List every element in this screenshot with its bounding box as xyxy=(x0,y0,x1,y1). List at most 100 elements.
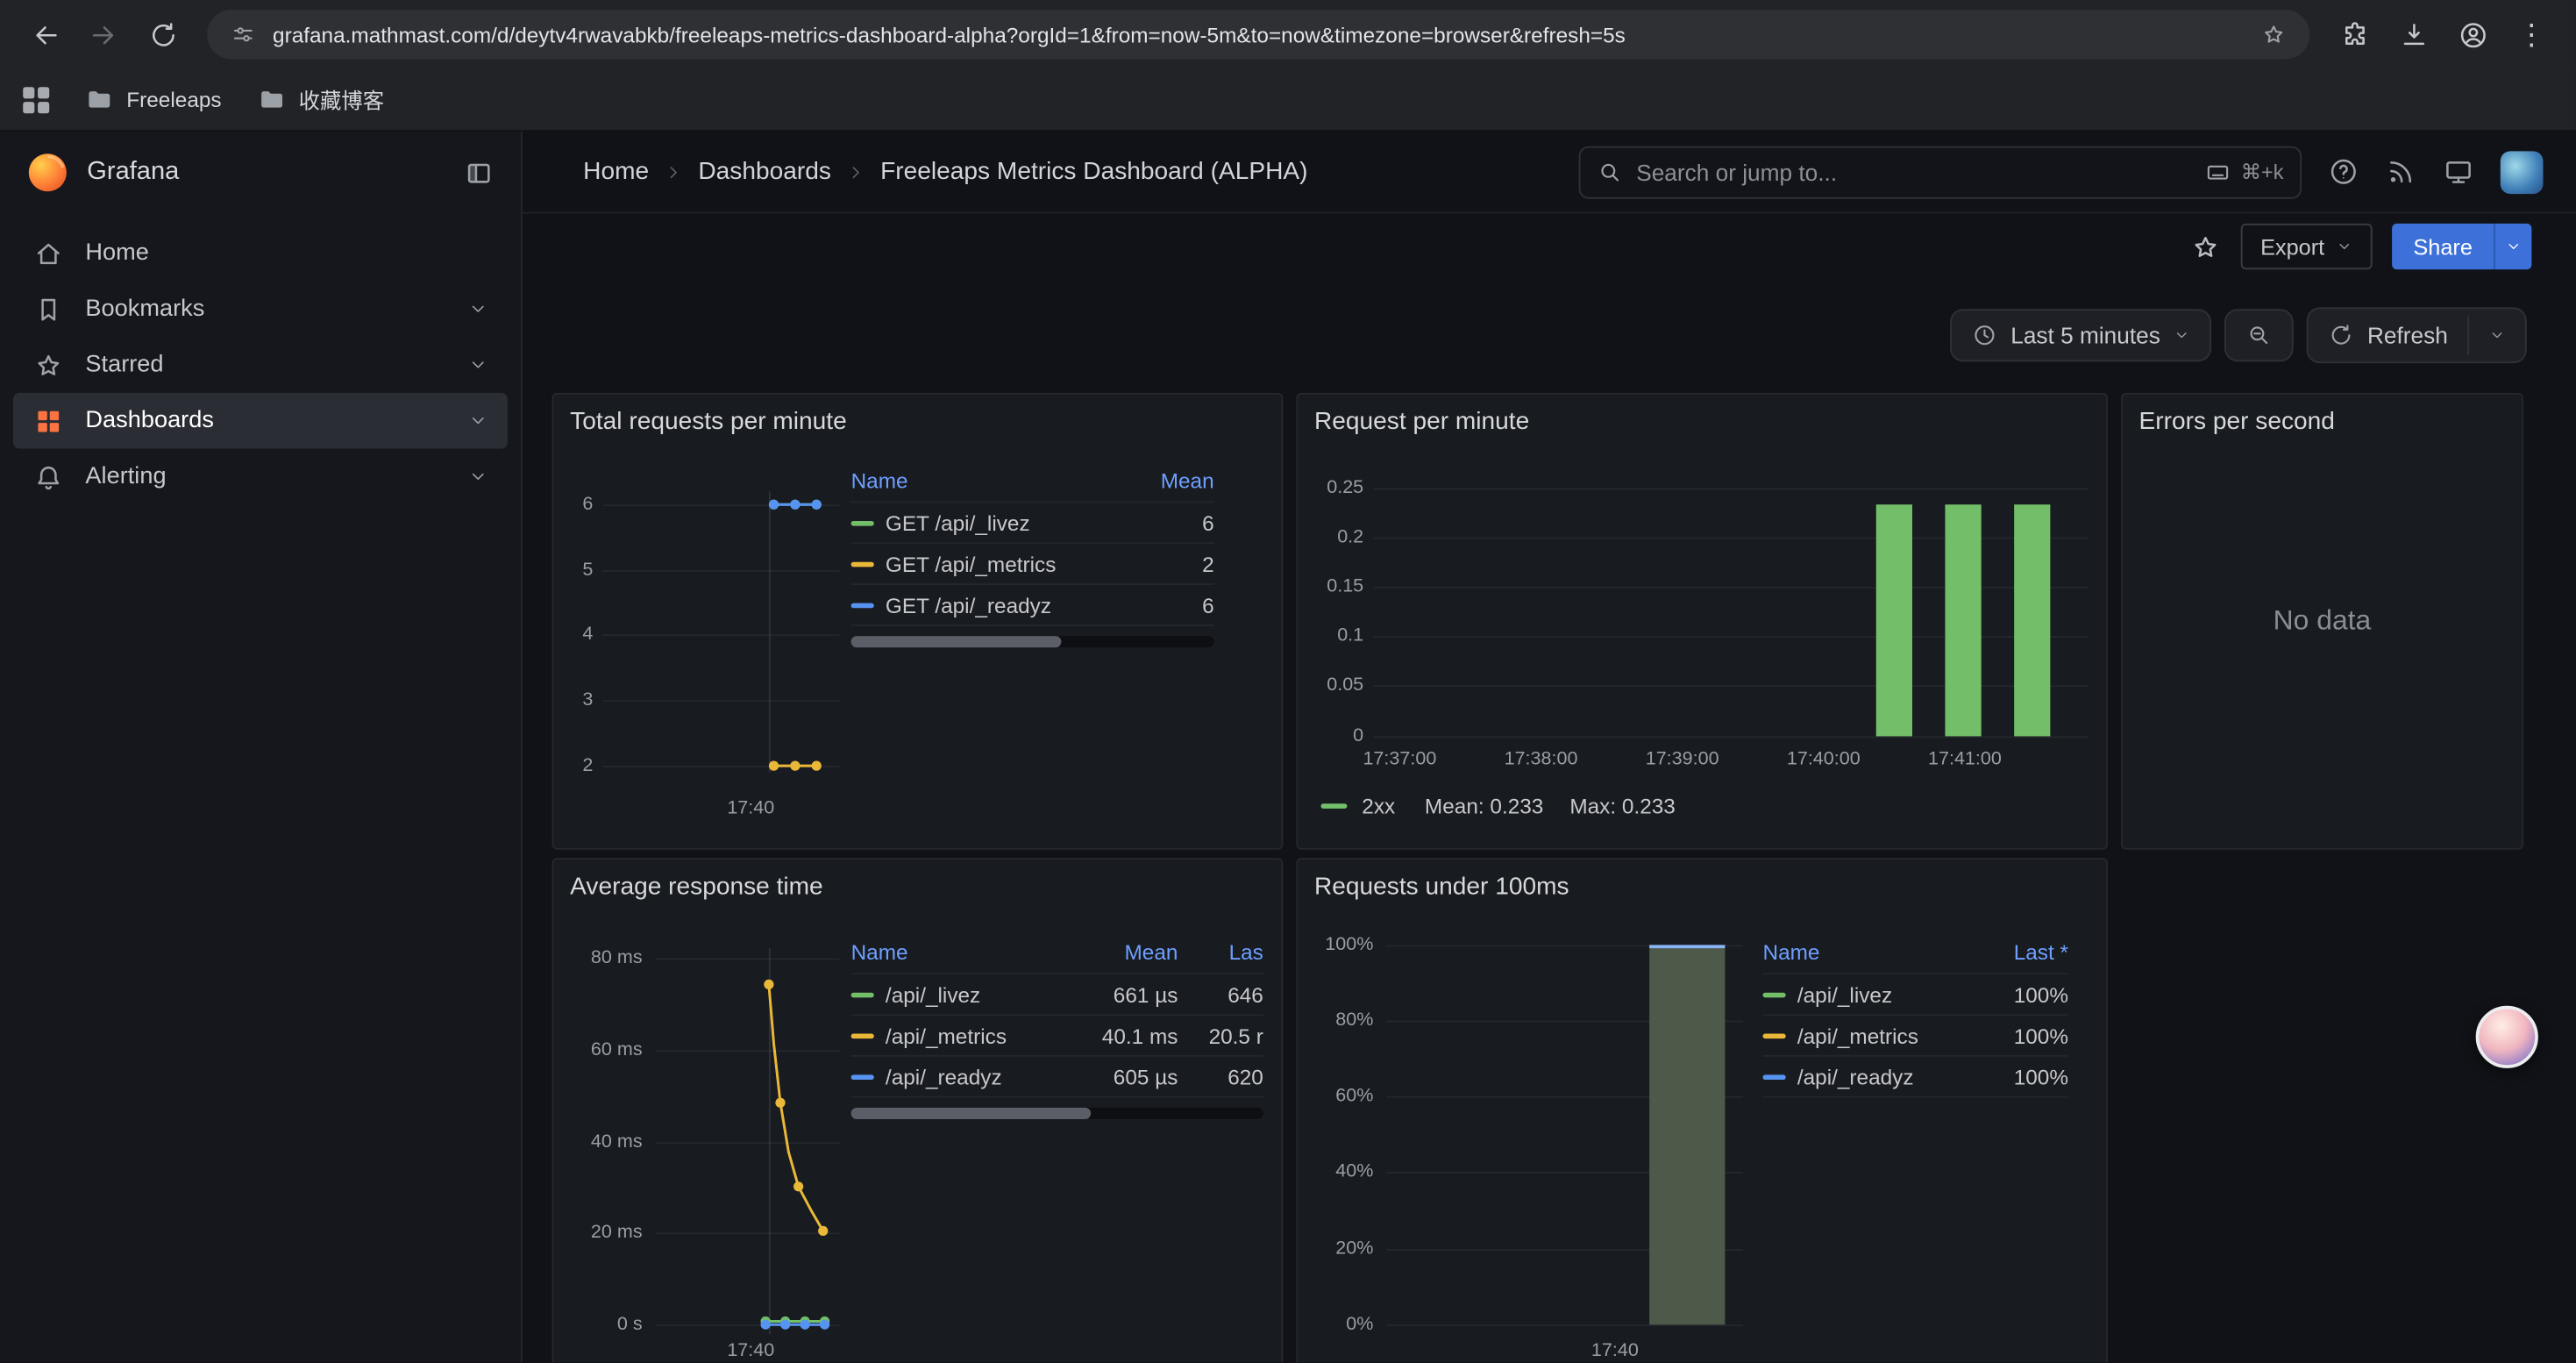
sidebar-item-dashboards[interactable]: Dashboards xyxy=(13,393,508,449)
brand-title[interactable]: Grafana xyxy=(87,158,179,188)
y-axis-label: 80% xyxy=(1298,1008,1373,1034)
site-info-icon[interactable] xyxy=(230,21,256,47)
legend-row[interactable]: /api/_metrics100% xyxy=(1762,1016,2068,1057)
panel-average-response-time: Average response time 80 ms60 ms40 ms20 … xyxy=(552,858,1284,1362)
legend-row[interactable]: /api/_metrics40.1 ms20.5 r xyxy=(851,1016,1263,1057)
breadcrumb-home[interactable]: Home xyxy=(583,158,649,186)
search-input[interactable] xyxy=(1636,159,2191,185)
bookmarks-bar: Freeleaps 收藏博客 xyxy=(0,69,2576,132)
zoom-out-button[interactable] xyxy=(2224,309,2294,361)
series-name[interactable]: /api/_livez xyxy=(886,982,980,1007)
extensions-icon[interactable] xyxy=(2326,6,2382,62)
chevron-down-icon[interactable] xyxy=(468,355,487,375)
sidebar-item-home[interactable]: Home xyxy=(13,225,508,282)
panel-request-per-minute: Request per minute 0.250.20.150.10.05017… xyxy=(1296,393,2108,850)
reload-icon xyxy=(147,19,179,51)
legend-scrollbar[interactable] xyxy=(851,636,1214,647)
legend-column-header[interactable]: Mean xyxy=(1135,468,1214,493)
dashboard-header: Home Dashboards Freeleaps Metrics Dashbo… xyxy=(523,132,2576,214)
series-name[interactable]: GET /api/_metrics xyxy=(886,552,1056,576)
legend-column-header[interactable]: Name xyxy=(851,468,1135,493)
bookmark-folder-freeleaps[interactable]: Freeleaps xyxy=(85,85,221,113)
series-name[interactable]: /api/_readyz xyxy=(886,1064,1002,1088)
chevron-down-icon[interactable] xyxy=(468,410,487,430)
panel-legend: NameMeanGET /api/_livez6GET /api/_metric… xyxy=(851,460,1267,648)
profile-icon[interactable] xyxy=(2444,6,2501,62)
export-button[interactable]: Export xyxy=(2241,224,2373,269)
screen: ⋮ Freeleaps 收藏博客 Grafana xyxy=(0,0,2576,1363)
series-color-icon xyxy=(1762,992,1785,997)
legend-column-header[interactable]: Mean xyxy=(1076,940,1178,965)
legend-column-header[interactable]: Last * xyxy=(1970,940,2068,965)
legend-row[interactable]: GET /api/_readyz6 xyxy=(851,585,1214,626)
reload-button[interactable] xyxy=(135,6,191,62)
y-axis-label: 0% xyxy=(1298,1311,1373,1338)
bookmark-folder-blog[interactable]: 收藏博客 xyxy=(258,84,384,116)
share-button[interactable]: Share xyxy=(2392,224,2494,269)
sidebar-item-bookmarks[interactable]: Bookmarks xyxy=(13,281,508,337)
display-icon[interactable] xyxy=(2443,156,2474,188)
rss-icon[interactable] xyxy=(2386,156,2417,188)
share-button-group: Share xyxy=(2392,224,2531,269)
legend-row[interactable]: GET /api/_livez6 xyxy=(851,503,1214,544)
floating-assistant-avatar[interactable] xyxy=(2476,1006,2538,1068)
x-axis-label: 17:40 xyxy=(1541,1341,1690,1360)
series-name[interactable]: 2xx xyxy=(1362,794,1395,818)
series-name[interactable]: /api/_metrics xyxy=(886,1023,1007,1047)
browser-menu-button[interactable]: ⋮ xyxy=(2504,6,2560,62)
forward-button[interactable] xyxy=(75,6,132,62)
legend-scrollbar[interactable] xyxy=(851,1108,1263,1119)
back-button[interactable] xyxy=(17,6,73,62)
bookmark-label: Freeleaps xyxy=(126,87,221,111)
breadcrumb-current[interactable]: Freeleaps Metrics Dashboard (ALPHA) xyxy=(880,158,1307,186)
user-avatar[interactable] xyxy=(2501,150,2544,193)
share-dropdown-button[interactable] xyxy=(2494,224,2531,269)
legend-column-header[interactable]: Name xyxy=(851,940,1077,965)
scrollbar-thumb[interactable] xyxy=(851,636,1062,647)
legend-header-row: NameMeanLas xyxy=(851,931,1263,974)
refresh-button[interactable]: Refresh xyxy=(2308,309,2467,361)
sidebar-item-starred[interactable]: Starred xyxy=(13,337,508,393)
downloads-icon[interactable] xyxy=(2386,6,2442,62)
url-bar[interactable] xyxy=(207,10,2309,59)
panel-total-requests: Total requests per minute 6543217:40 Nam… xyxy=(552,393,1284,850)
sidebar-collapse-button[interactable] xyxy=(463,157,495,189)
refresh-interval-dropdown[interactable] xyxy=(2469,309,2525,361)
sidebar-item-label: Home xyxy=(85,240,148,267)
time-range-picker[interactable]: Last 5 minutes xyxy=(1950,309,2211,361)
series-name[interactable]: /api/_metrics xyxy=(1797,1023,1918,1047)
legend-row[interactable]: /api/_readyz605 µs620 xyxy=(851,1057,1263,1098)
apps-grid-icon[interactable] xyxy=(23,86,49,112)
panel-grid: Total requests per minute 6543217:40 Nam… xyxy=(523,371,2576,1362)
breadcrumb: Home Dashboards Freeleaps Metrics Dashbo… xyxy=(583,158,1307,186)
sidebar-item-alerting[interactable]: Alerting xyxy=(13,449,508,505)
url-text[interactable] xyxy=(273,22,2244,46)
chevron-down-icon[interactable] xyxy=(468,299,487,318)
chevron-down-icon xyxy=(2174,327,2190,344)
help-icon[interactable] xyxy=(2328,156,2359,188)
series-name[interactable]: GET /api/_readyz xyxy=(886,592,1051,617)
search-box[interactable]: ⌘+k xyxy=(1579,146,2302,198)
keyboard-icon xyxy=(2204,159,2231,185)
breadcrumb-dashboards[interactable]: Dashboards xyxy=(698,158,831,186)
bar-2xx xyxy=(1876,505,1912,737)
browser-window: ⋮ Freeleaps 收藏博客 Grafana xyxy=(0,0,2576,1362)
chevron-down-icon[interactable] xyxy=(468,467,487,486)
legend-row[interactable]: /api/_livez661 µs646 xyxy=(851,974,1263,1016)
legend-row[interactable]: /api/_livez100% xyxy=(1762,974,2068,1016)
series-name[interactable]: /api/_readyz xyxy=(1797,1064,1914,1088)
grafana-logo-icon[interactable] xyxy=(26,151,69,194)
series-name[interactable]: /api/_livez xyxy=(1797,982,1892,1007)
series-name[interactable]: GET /api/_livez xyxy=(886,510,1030,535)
scrollbar-thumb[interactable] xyxy=(851,1108,1091,1119)
legend-row[interactable]: /api/_readyz100% xyxy=(1762,1057,2068,1098)
y-axis-label: 0.25 xyxy=(1298,475,1363,501)
legend-column-header[interactable]: Las xyxy=(1178,940,1263,965)
bookmark-star-icon[interactable] xyxy=(2260,21,2287,47)
favorite-star-icon[interactable] xyxy=(2190,231,2222,262)
chevron-down-icon xyxy=(2489,327,2506,344)
legend-row[interactable]: GET /api/_metrics2 xyxy=(851,544,1214,585)
legend-column-header[interactable]: Name xyxy=(1762,940,1969,965)
download-icon xyxy=(2398,19,2430,51)
sidebar-item-label: Starred xyxy=(85,352,163,378)
